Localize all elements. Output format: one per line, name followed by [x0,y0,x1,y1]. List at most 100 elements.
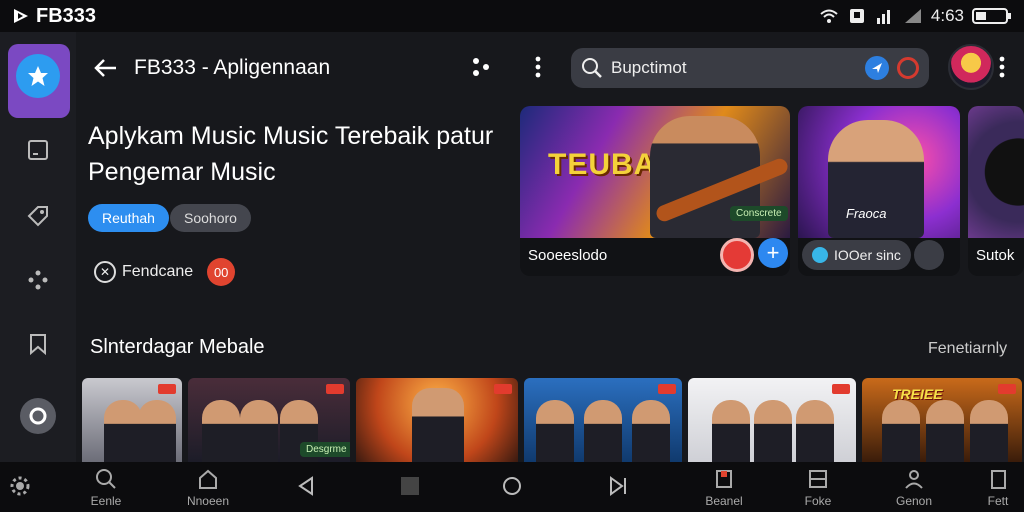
voice-search-icon[interactable] [865,56,889,80]
search-input[interactable] [611,58,857,78]
side-rail [0,32,76,462]
featured-card-1[interactable]: TEUBAN Conscrete Sooeeslodo + [520,106,790,276]
search-bar[interactable] [571,48,929,88]
info-dot-icon [812,247,828,263]
profile-menu-icon[interactable] [994,54,1010,80]
options-button[interactable] [914,240,944,270]
artist-figure [104,400,142,462]
thumbnail-badge [658,384,676,394]
status-time: 4:63 [930,6,964,25]
chip-primary[interactable]: Reuthah [88,204,169,232]
section-title: Slnterdagar Mebale [90,336,265,358]
nav-item-library[interactable]: Beanel [694,468,754,508]
thumbnail-2-tag: Desgrme [300,442,350,457]
hero-meta-label: Fendcane [122,263,194,280]
thumbnail-5[interactable] [688,378,856,462]
artist-figure [712,400,750,462]
nav-item-copy[interactable]: Fett [968,468,1024,508]
status-app-brand: FB333 [12,5,96,28]
back-arrow-icon[interactable] [92,54,120,82]
artist-figure [970,400,1008,462]
record-icon [29,407,47,425]
copy-icon [991,470,1006,489]
artist-figure [412,388,464,462]
artist-figure [240,400,278,462]
featured-card-2-pill[interactable]: IOOer sinc [802,240,911,270]
bottom-nav: Eenle Nnoeen Beanel Foke Genon Fett [0,462,1024,512]
image-frame-icon [28,140,48,160]
close-circle-icon: ✕ [94,261,116,283]
gear-icon[interactable] [8,474,32,498]
app-logo-icon [14,9,28,23]
artist-figure [632,400,670,462]
nav-item-label: Eenle [90,494,122,508]
thumbnail-1[interactable] [82,378,182,462]
artist-figure [882,400,920,462]
featured-card-2-pill-label: IOOer sinc [834,247,901,263]
nav-item-home[interactable]: Nnoeen [178,468,238,508]
skip-icon[interactable] [606,474,630,498]
signal-strength-icon [904,9,921,23]
thumbnail-6[interactable]: TREIEE [862,378,1022,462]
hero-meta[interactable]: ✕ Fendcane 00 [94,258,236,286]
search-icon [582,58,602,78]
record-button[interactable] [720,238,754,272]
rail-item-gallery[interactable] [24,136,52,164]
square-icon[interactable] [398,474,422,498]
box-icon [809,470,827,488]
home-icon [199,469,217,489]
dots-cluster-icon [28,270,48,290]
artist-figure [584,400,622,462]
featured-card-1-art: TEUBAN Conscrete [520,106,790,238]
rail-item-bookmarks[interactable] [24,330,52,358]
nav-item-label: Genon [895,494,933,508]
rail-item-favorites[interactable] [8,44,70,118]
thumbnail-badge [832,384,850,394]
share-icon[interactable] [468,54,494,80]
nav-item-label: Fett [987,494,1009,508]
nav-item-profile[interactable]: Genon [884,468,944,508]
hero-meta-count: 00 [207,258,236,286]
status-app-name: FB333 [36,4,97,27]
person-icon [905,470,923,489]
thumbnail-badge [158,384,176,394]
thumbnail-2[interactable]: Desgrme [188,378,350,462]
rail-item-record[interactable] [20,398,56,434]
thumbnail-badge [326,384,344,394]
star-icon [16,54,60,98]
featured-card-2[interactable]: Fraoca IOOer sinc [798,106,960,276]
chip-secondary[interactable]: Soohoro [170,204,251,232]
user-avatar[interactable] [948,44,994,90]
circle-icon[interactable] [500,474,524,498]
add-button[interactable]: + [758,238,788,268]
section-see-more-link[interactable]: Fenetiarnly [928,340,1007,358]
artist-figure [926,400,964,462]
nav-item-label: Nnoeen [186,494,230,508]
nav-item-label: Foke [804,494,832,508]
thumbnail-3[interactable] [356,378,518,462]
search-icon [96,469,116,489]
back-triangle-icon[interactable] [294,474,318,498]
featured-card-1-tag: Conscrete [730,206,788,221]
featured-card-3-art [968,106,1024,238]
artist-figure [138,400,176,462]
nav-item-explore[interactable]: Eenle [76,468,136,508]
signal-bars-icon [876,10,890,24]
featured-card-3-label: Sutok [976,247,1015,264]
hero-title: Aplykam Music Music Terebaik patur Penge… [88,122,494,186]
featured-card-2-art: Fraoca [798,106,960,238]
thumbnail-badge [494,384,512,394]
nav-item-box[interactable]: Foke [788,468,848,508]
rail-item-tags[interactable] [24,202,52,230]
status-bar: FB333 4:63 [0,0,1024,32]
tag-icon [27,206,48,227]
thumbnail-4[interactable] [524,378,682,462]
record-search-icon[interactable] [897,57,919,79]
rail-item-apps[interactable] [24,266,52,294]
page-title: FB333 - Apligennaan [134,56,331,79]
featured-card-1-label: Sooeeslodo [528,247,608,264]
featured-card-2-brand: Fraoca [846,206,887,221]
more-options-icon[interactable] [526,54,550,80]
artist-figure [536,400,574,462]
featured-card-3[interactable]: Sutok [968,106,1024,276]
